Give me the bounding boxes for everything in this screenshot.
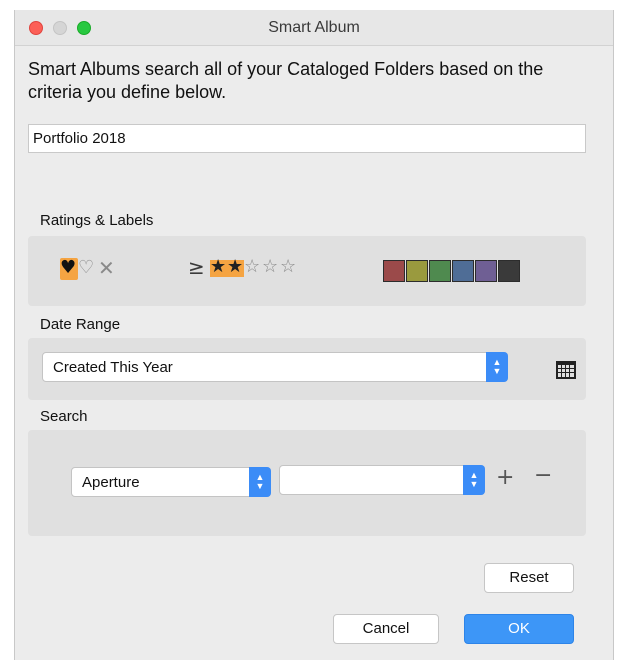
star-filled-icon[interactable]: ★	[210, 258, 226, 276]
star-filled-icon[interactable]: ★	[227, 258, 243, 276]
ratings-labels-panel: ♥ ♡ ✕ ≥ ★ ★ ☆ ☆ ☆	[28, 236, 586, 306]
color-label-purple[interactable]	[475, 260, 497, 282]
search-section-label: Search	[40, 408, 88, 425]
date-range-value: Created This Year	[53, 359, 173, 376]
date-range-section-label: Date Range	[40, 316, 121, 333]
window-title: Smart Album	[268, 19, 360, 36]
date-range-panel: Created This Year ▲ ▼	[28, 338, 586, 400]
ok-button[interactable]: OK	[464, 614, 574, 644]
chevron-updown-icon[interactable]: ▲ ▼	[463, 465, 485, 495]
color-label-none[interactable]	[498, 260, 520, 282]
ratings-section-label: Ratings & Labels	[40, 212, 154, 229]
search-field-value: Aperture	[82, 474, 140, 491]
heart-filled-icon[interactable]: ♥	[60, 259, 76, 277]
star-empty-icon[interactable]: ☆	[262, 258, 278, 276]
color-label-blue[interactable]	[452, 260, 474, 282]
album-name-input[interactable]	[28, 124, 586, 153]
title-bar: Smart Album	[15, 10, 613, 46]
cancel-button[interactable]: Cancel	[333, 614, 439, 644]
chevron-updown-icon[interactable]: ▲ ▼	[249, 467, 271, 497]
date-range-select[interactable]: Created This Year ▲ ▼	[42, 352, 508, 382]
color-label-yellow[interactable]	[406, 260, 428, 282]
intro-text: Smart Albums search all of your Cataloge…	[28, 59, 544, 102]
color-label-red[interactable]	[383, 260, 405, 282]
color-label-green[interactable]	[429, 260, 451, 282]
add-criteria-button[interactable]: +	[496, 465, 514, 490]
search-field-select[interactable]: Aperture ▲ ▼	[71, 467, 271, 497]
reject-x-icon[interactable]: ✕	[98, 258, 115, 278]
search-panel: Aperture ▲ ▼ ▲ ▼ + −	[28, 430, 586, 536]
calendar-icon[interactable]	[556, 361, 576, 379]
reset-button[interactable]: Reset	[484, 563, 574, 593]
rating-operator[interactable]: ≥	[188, 257, 205, 277]
remove-criteria-button[interactable]: −	[534, 463, 552, 488]
heart-outline-icon[interactable]: ♡	[78, 259, 94, 277]
search-value-select[interactable]: ▲ ▼	[279, 465, 485, 495]
star-empty-icon[interactable]: ☆	[280, 258, 296, 276]
star-empty-icon[interactable]: ☆	[244, 258, 260, 276]
chevron-updown-icon[interactable]: ▲ ▼	[486, 352, 508, 382]
